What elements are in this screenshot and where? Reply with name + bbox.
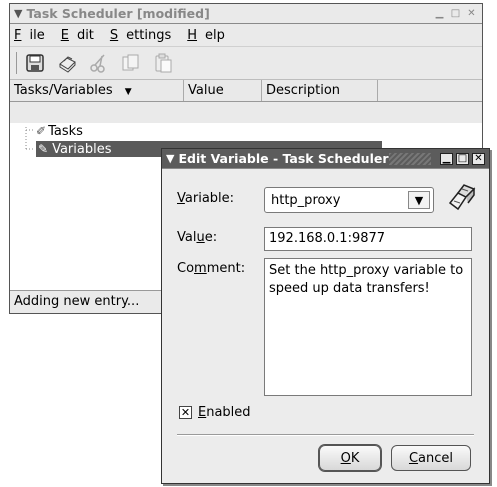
- toolbar: [10, 46, 482, 80]
- dialog-title: Edit Variable - Task Scheduler: [178, 151, 389, 166]
- menu-edit[interactable]: Edit: [61, 28, 102, 43]
- variables-config-icon: [444, 181, 478, 215]
- menubar: File Edit Settings Help: [10, 24, 482, 46]
- column-description[interactable]: Description: [262, 80, 378, 101]
- column-value[interactable]: Value: [184, 80, 262, 101]
- comment-label: Comment:: [177, 261, 246, 276]
- menu-help[interactable]: Help: [187, 28, 233, 43]
- value-label: Value:: [177, 230, 218, 245]
- comment-field[interactable]: Set the http_proxy variable to speed up …: [264, 258, 472, 396]
- sort-down-icon: ▼: [124, 87, 132, 97]
- maximize-icon[interactable]: □: [456, 152, 469, 165]
- tree-item-tasks[interactable]: ✐ Tasks: [36, 123, 83, 139]
- window-menu-icon[interactable]: ▼: [14, 7, 22, 20]
- enabled-label: Enabled: [198, 405, 251, 420]
- enabled-checkbox[interactable]: ✕ Enabled: [179, 405, 251, 420]
- minimize-icon[interactable]: ▁: [433, 8, 446, 20]
- status-text: Adding new entry...: [14, 294, 140, 309]
- ok-button[interactable]: OK: [319, 445, 381, 471]
- print-icon[interactable]: [55, 51, 79, 75]
- paste-icon[interactable]: [151, 51, 175, 75]
- minimize-icon[interactable]: ▁: [440, 152, 453, 165]
- variables-icon: ✎: [38, 142, 49, 156]
- main-titlebar[interactable]: ▼ Task Scheduler [modified] ▁ □ ✕: [10, 4, 482, 24]
- close-icon[interactable]: ✕: [472, 152, 485, 165]
- copy-icon[interactable]: [119, 51, 143, 75]
- variable-combo-value: http_proxy: [271, 192, 341, 208]
- variable-label: Variable:: [177, 191, 235, 206]
- dialog-separator: [177, 434, 474, 436]
- value-field[interactable]: 192.168.0.1:9877: [264, 227, 472, 251]
- dialog-titlebar[interactable]: ▼ Edit Variable - Task Scheduler ▁ □ ✕: [162, 149, 489, 169]
- menu-settings[interactable]: Settings: [110, 28, 179, 43]
- edit-variable-dialog: ▼ Edit Variable - Task Scheduler ▁ □ ✕ V…: [161, 148, 490, 484]
- column-tasks-variables[interactable]: Tasks/Variables ▼: [10, 80, 184, 101]
- variable-combo[interactable]: http_proxy ▼: [264, 187, 434, 213]
- cut-icon[interactable]: [87, 51, 111, 75]
- maximize-icon[interactable]: □: [449, 8, 462, 20]
- cancel-button[interactable]: Cancel: [391, 445, 471, 471]
- checkbox-checked-icon: ✕: [179, 406, 192, 419]
- main-window-title: Task Scheduler [modified]: [26, 6, 210, 21]
- save-icon[interactable]: [23, 51, 47, 75]
- titlebar-grip: [389, 152, 431, 165]
- toolbar-grip: [16, 52, 19, 74]
- close-icon[interactable]: ✕: [465, 8, 478, 20]
- dropdown-arrow-icon[interactable]: ▼: [408, 191, 430, 209]
- window-menu-icon[interactable]: ▼: [166, 152, 174, 165]
- column-header: Tasks/Variables ▼ Value Description: [10, 80, 482, 102]
- menu-file[interactable]: File: [14, 28, 53, 43]
- tasks-icon: ✐: [36, 124, 47, 138]
